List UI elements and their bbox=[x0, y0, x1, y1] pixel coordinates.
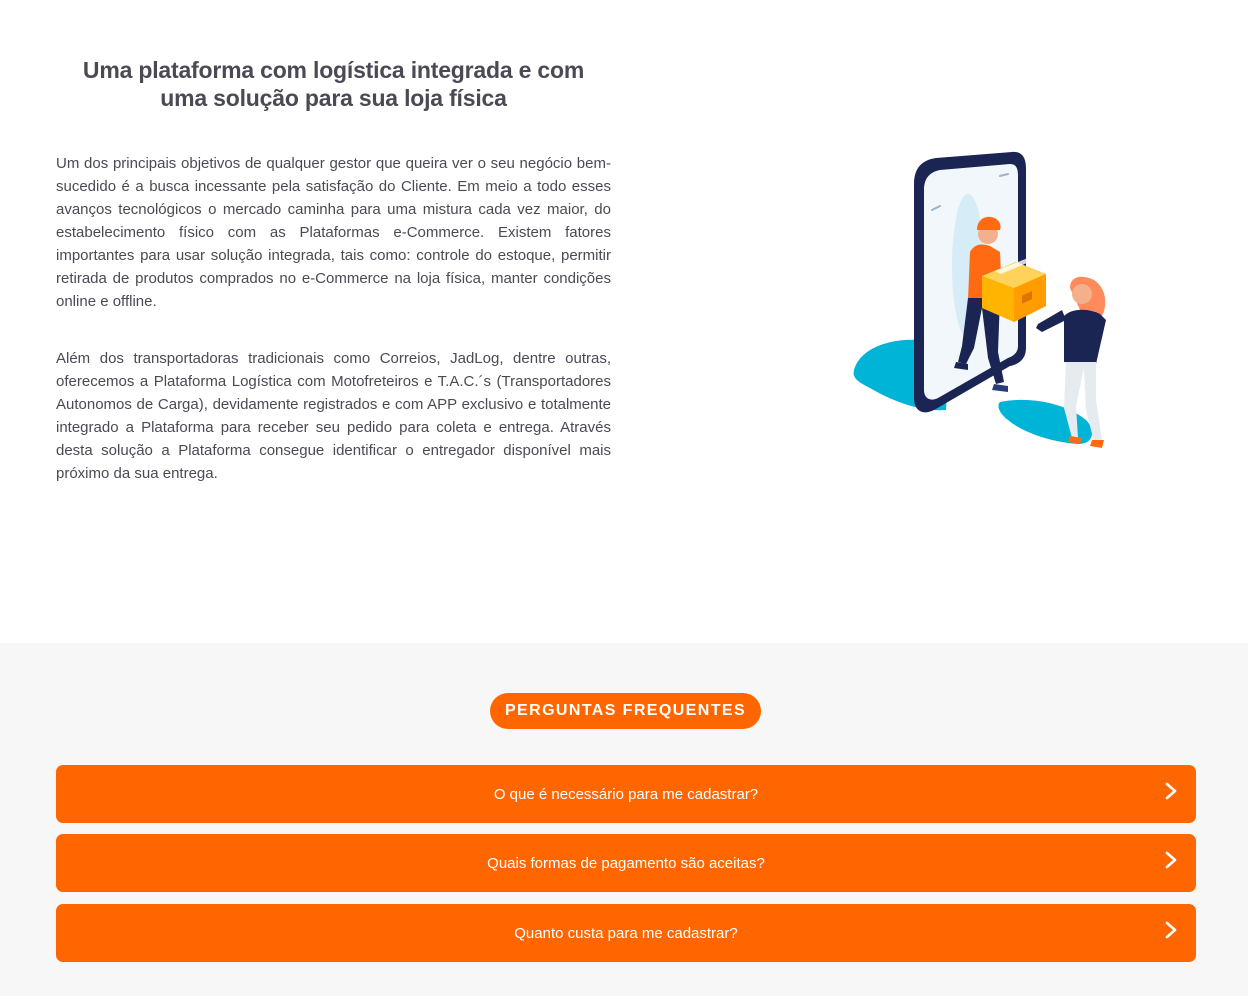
woman-arm bbox=[1036, 310, 1066, 332]
faq-item-cadastro[interactable]: O que é necessário para me cadastrar? bbox=[56, 765, 1196, 823]
chevron-right-icon[interactable] bbox=[1164, 921, 1178, 939]
faq-question: Quais formas de pagamento são aceitas? bbox=[487, 854, 765, 872]
faq-question: Quanto custa para me cadastrar? bbox=[514, 924, 738, 942]
intro-title-line-1: Uma plataforma com logística integrada e… bbox=[82, 57, 585, 83]
woman-head bbox=[1072, 284, 1092, 304]
intro-paragraph-2: Além dos transportadoras tradicionais co… bbox=[56, 350, 611, 482]
delivery-illustration bbox=[853, 151, 1106, 448]
faq-item-pagamento[interactable]: Quais formas de pagamento são aceitas? bbox=[56, 834, 1196, 892]
intro-title: Uma plataforma com logística integrada e… bbox=[56, 56, 611, 112]
faq-item-custo[interactable]: Quanto custa para me cadastrar? bbox=[56, 904, 1196, 962]
chevron-right-icon[interactable] bbox=[1164, 782, 1178, 800]
faq-question: O que é necessário para me cadastrar? bbox=[493, 785, 759, 803]
woman-body bbox=[1064, 309, 1106, 364]
intro-title-line-2: uma solução para sua loja física bbox=[160, 85, 507, 111]
chevron-right-icon[interactable] bbox=[1164, 851, 1178, 869]
intro-text-column: Uma plataforma com logística integrada e… bbox=[56, 56, 611, 485]
intro-paragraph-1: Um dos principais objetivos de qualquer … bbox=[56, 155, 611, 310]
faq-section: PERGUNTAS FREQUENTES O que é necessário … bbox=[0, 643, 1248, 996]
intro-section: Uma plataforma com logística integrada e… bbox=[0, 0, 1248, 643]
faq-heading: PERGUNTAS FREQUENTES bbox=[490, 693, 761, 729]
